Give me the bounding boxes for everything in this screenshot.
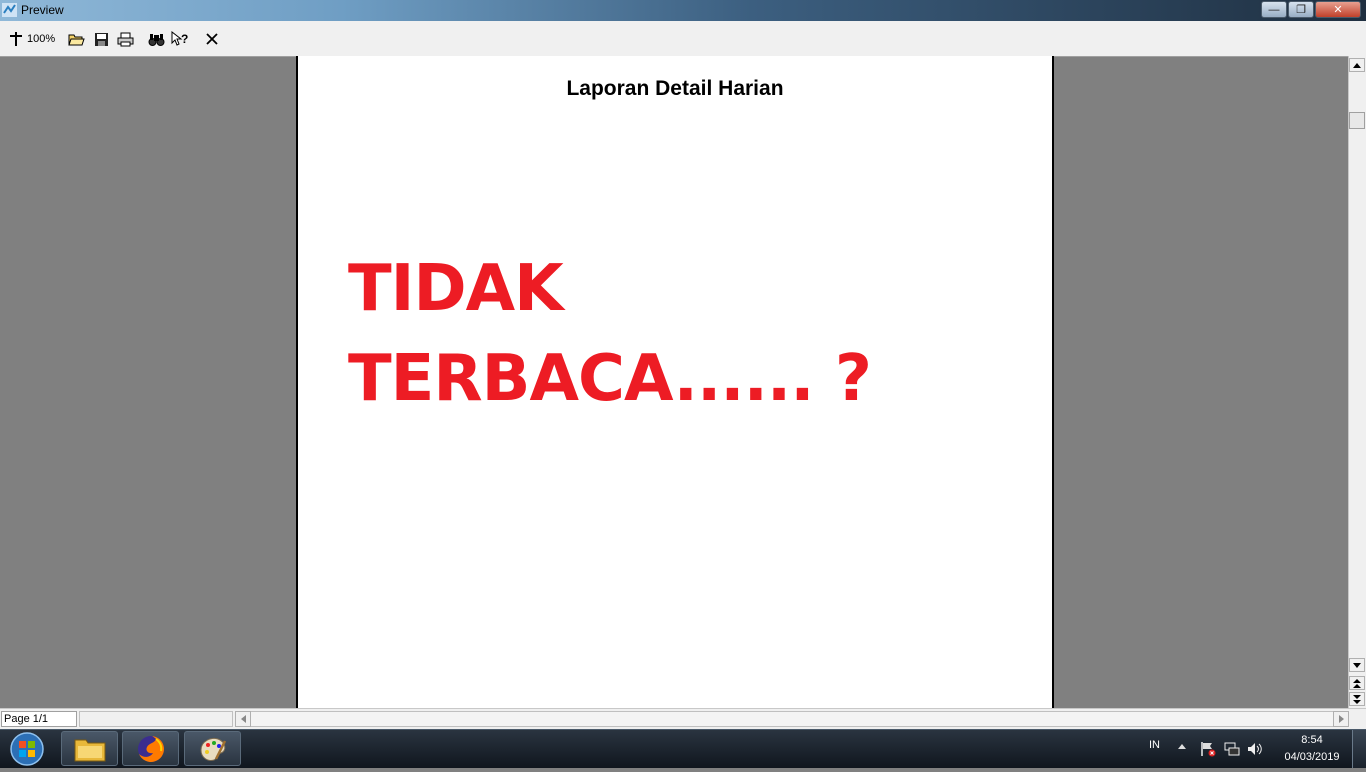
volume-tray[interactable] (1247, 741, 1263, 757)
zoom-button[interactable] (7, 30, 25, 48)
open-button[interactable] (67, 30, 85, 48)
page-indicator: Page 1/1 (1, 711, 77, 727)
clock-time[interactable]: 8:54 (1298, 734, 1326, 746)
preview-app-icon (2, 3, 17, 17)
minimize-button[interactable]: — (1261, 1, 1287, 18)
close-preview-button[interactable] (203, 30, 221, 48)
arrow-up-icon (1353, 62, 1361, 68)
firefox-icon (137, 735, 164, 762)
double-down-icon (1353, 694, 1361, 704)
taskbar-paint[interactable] (184, 731, 241, 766)
help-icon: ? (171, 31, 188, 46)
taskbar-file-explorer[interactable] (61, 731, 118, 766)
clock-date[interactable]: 04/03/2019 (1280, 751, 1344, 763)
maximize-button[interactable]: ❐ (1288, 1, 1314, 18)
report-page: Laporan Detail Harian TIDAK TERBACA.....… (296, 56, 1054, 708)
arrow-right-icon (1338, 715, 1344, 723)
double-up-icon (1353, 678, 1361, 688)
title-bar (0, 0, 1366, 21)
status-field (79, 711, 233, 727)
report-title: Laporan Detail Harian (566, 77, 784, 100)
scroll-down-button[interactable] (1349, 658, 1365, 672)
overlay-text-line-1: TIDAK (348, 252, 564, 326)
scroll-right-button[interactable] (1333, 711, 1349, 727)
scroll-left-button[interactable] (235, 711, 251, 727)
flag-icon (1201, 742, 1216, 757)
close-window-button[interactable]: ✕ (1315, 1, 1361, 18)
taskbar-firefox[interactable] (122, 731, 179, 766)
show-desktop-button[interactable] (1352, 730, 1366, 768)
speaker-icon (1248, 743, 1262, 755)
close-icon (206, 33, 218, 45)
print-icon (117, 32, 133, 46)
action-center-tray[interactable] (1200, 741, 1216, 757)
arrow-left-icon (240, 715, 246, 723)
zoom-level[interactable]: 100% (27, 33, 55, 45)
find-button[interactable] (147, 30, 165, 48)
save-icon (94, 32, 108, 46)
svg-text:?: ? (181, 32, 188, 46)
save-button[interactable] (92, 30, 110, 48)
network-icon (1224, 742, 1240, 756)
network-tray[interactable] (1224, 741, 1240, 757)
show-hidden-icons-button[interactable] (1178, 741, 1186, 751)
overlay-text-line-2: TERBACA...... ? (348, 342, 872, 416)
chevron-up-icon (1178, 744, 1186, 749)
start-button[interactable] (6, 731, 48, 767)
horizontal-scrollbar[interactable] (235, 711, 1349, 727)
windows-start-icon (10, 732, 44, 766)
open-icon (67, 34, 85, 45)
vertical-scrollbar[interactable] (1348, 56, 1366, 708)
previous-page-button[interactable] (1349, 676, 1365, 690)
window-title: Preview (21, 3, 64, 17)
print-button[interactable] (116, 30, 134, 48)
next-page-button[interactable] (1349, 692, 1365, 706)
file-explorer-icon (74, 739, 105, 761)
paint-icon (199, 737, 226, 761)
find-icon (148, 33, 164, 46)
arrow-down-icon (1353, 662, 1361, 668)
zoom-icon (10, 32, 22, 46)
vertical-scroll-thumb[interactable] (1349, 112, 1365, 129)
help-button[interactable]: ? (171, 30, 189, 48)
language-indicator[interactable]: IN (1149, 739, 1160, 751)
scroll-up-button[interactable] (1349, 58, 1365, 72)
